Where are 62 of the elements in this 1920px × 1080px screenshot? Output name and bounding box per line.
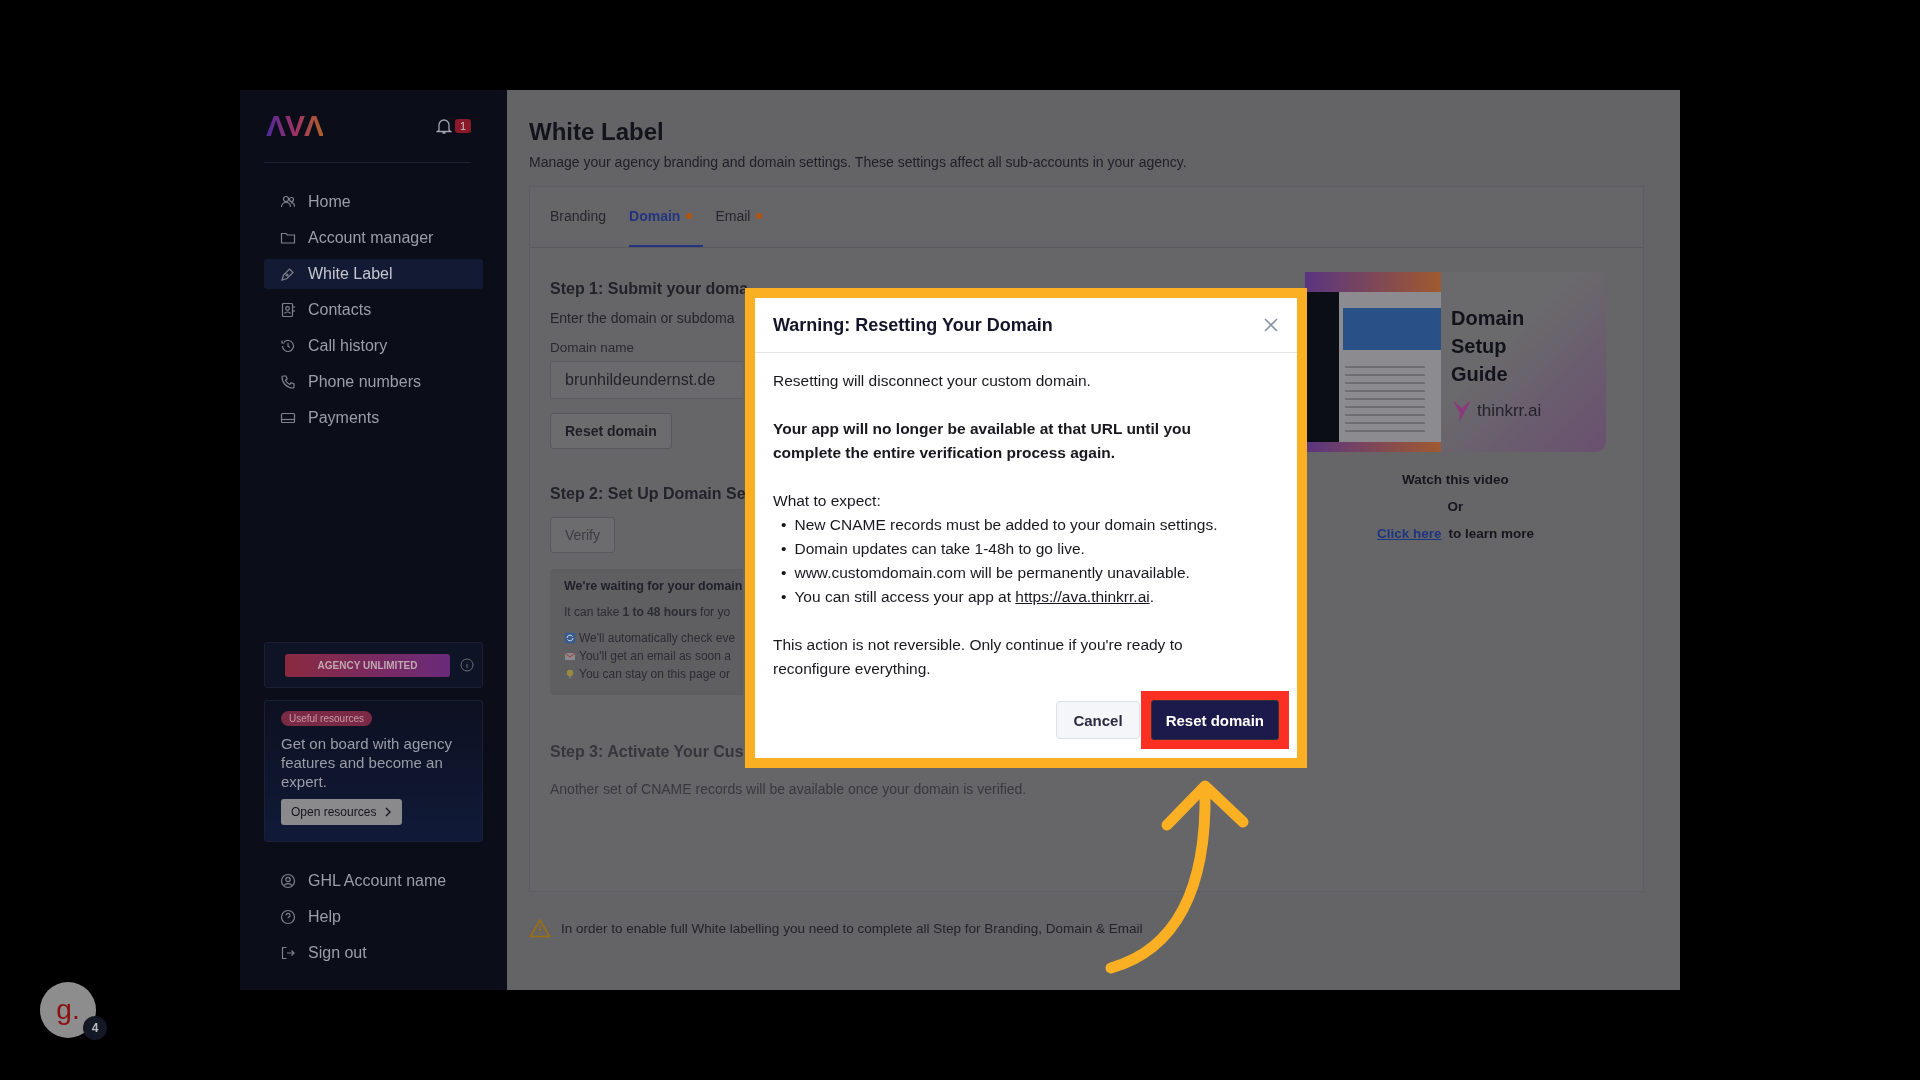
status-title: We're waiting for your domain xyxy=(564,579,743,593)
field-label: Domain name xyxy=(550,340,635,355)
plan-label: AGENCY UNLIMITED xyxy=(285,653,450,677)
app-link[interactable]: https://ava.thinkrr.ai xyxy=(1015,588,1150,605)
contact-card-icon xyxy=(280,302,296,318)
video-caption: Watch this video xyxy=(1402,472,1509,487)
bullet-marker: • xyxy=(781,515,787,535)
bell-icon[interactable] xyxy=(435,117,452,135)
user-icon xyxy=(280,873,296,889)
dialog-text: This action is not reversible. Only continue if you're ready to reconfigure everything. xyxy=(773,635,1184,679)
sign-out-icon xyxy=(280,945,296,961)
bullet-marker: • xyxy=(781,539,787,559)
help-icon xyxy=(280,909,296,925)
people-icon xyxy=(280,194,296,210)
page-subtitle: Manage your agency branding and domain settings. These settings affect all sub-accounts in your agency. xyxy=(529,154,1188,170)
sidebar-footer-item[interactable]: Sign out xyxy=(264,938,483,968)
envelope-icon xyxy=(564,650,576,662)
notice-text: In order to enable full White labelling you need to complete all Step for Branding, Domain & Email xyxy=(561,920,1143,936)
resources-text: Get on board with agency features and become an expert. xyxy=(281,734,453,791)
sync-icon xyxy=(564,632,576,644)
dialog-title: Warning: Resetting Your Domain xyxy=(773,314,1053,336)
page-title: White Label xyxy=(529,118,665,146)
phone-icon xyxy=(280,374,296,390)
video-heading: Domain Setup Guide xyxy=(1451,306,1526,387)
reset-domain-button[interactable]: Reset domain xyxy=(1150,700,1279,740)
info-icon[interactable] xyxy=(460,658,474,672)
sidebar-footer-item[interactable]: Help xyxy=(264,902,483,932)
lightbulb-icon xyxy=(564,668,576,680)
warning-icon xyxy=(529,918,551,938)
resources-tag: Useful resources xyxy=(281,711,373,726)
bullet-marker: • xyxy=(781,563,787,583)
sidebar-item[interactable]: Contacts xyxy=(264,295,483,325)
close-icon[interactable] xyxy=(1263,317,1279,333)
chevron-icon xyxy=(384,807,393,817)
list-item: You can still access your app at https://ava.thinkrr.ai. xyxy=(794,587,1155,607)
notification-count: 1 xyxy=(454,119,471,133)
list-heading: What to expect: xyxy=(773,491,882,511)
list-item: Domain updates can take 1-48h to go live. xyxy=(794,539,1085,559)
brand-name: thinkrr.ai xyxy=(1477,401,1542,421)
or-text: Or xyxy=(1447,499,1464,514)
sidebar-item[interactable]: Payments xyxy=(264,403,483,433)
pen-icon xyxy=(280,266,296,282)
list-item: www.customdomain.com will be permanently unavailable. xyxy=(794,563,1190,583)
card-icon xyxy=(280,410,296,426)
step-title: Step 2: Set Up Domain Se xyxy=(550,485,746,503)
step-description: Enter the domain or subdoma xyxy=(550,310,735,326)
sidebar-item[interactable]: Home xyxy=(264,187,483,217)
sidebar-item[interactable]: Call history xyxy=(264,331,483,361)
list-item: New CNAME records must be added to your domain settings. xyxy=(794,515,1218,535)
learn-more-text: to learn more xyxy=(1448,526,1535,541)
history-icon xyxy=(280,338,296,354)
folder-icon xyxy=(280,230,296,246)
sidebar-footer-item[interactable]: GHL Account name xyxy=(264,866,483,896)
bullet-marker: • xyxy=(781,587,787,607)
sidebar-item[interactable]: Account manager xyxy=(264,223,483,253)
sidebar-item[interactable]: White Label xyxy=(264,259,483,289)
dialog-warning: Your app will no longer be available at that URL until you complete the entire verification process again. xyxy=(773,419,1192,463)
cancel-button[interactable]: Cancel xyxy=(1056,701,1140,739)
guide-count: 4 xyxy=(83,1016,107,1040)
dialog-text: Resetting will disconnect your custom domain. xyxy=(773,371,1092,391)
open-resources-button[interactable]: Open resources xyxy=(281,799,403,825)
sidebar-item[interactable]: Phone numbers xyxy=(264,367,483,397)
